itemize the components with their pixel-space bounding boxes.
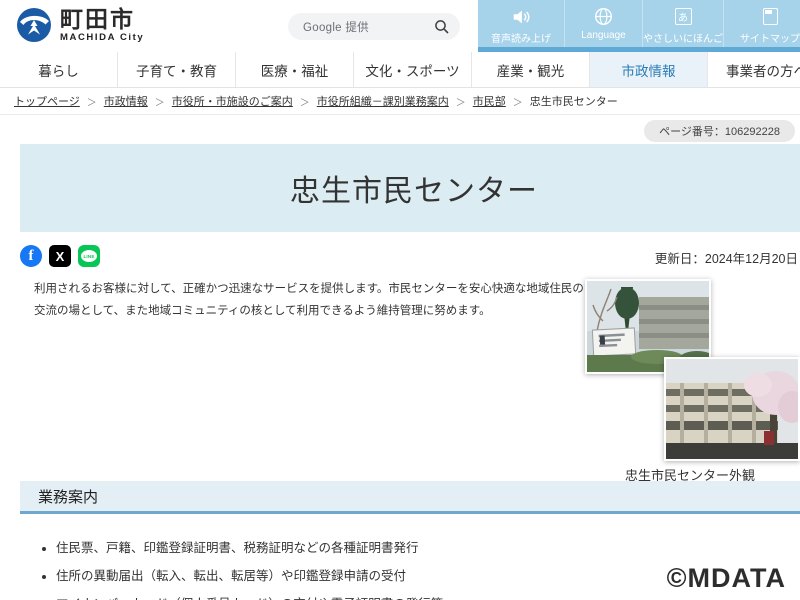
speech-readout-button[interactable]: 音声読み上げ — [478, 0, 564, 47]
nav-item-kurashi[interactable]: 暮らし — [0, 52, 118, 87]
nav-item-kosodate[interactable]: 子育て・教育 — [118, 52, 236, 87]
breadcrumb-link[interactable]: 市役所組織－課別業務案内 — [317, 93, 449, 109]
breadcrumb-separator: ＞ — [155, 94, 165, 109]
nav-item-bunka[interactable]: 文化・スポーツ — [354, 52, 472, 87]
breadcrumb-link[interactable]: 市政情報 — [104, 93, 148, 109]
intro-paragraph: 利用されるお客様に対して、正確かつ迅速なサービスを提供します。市民センターを安心… — [34, 278, 590, 323]
easy-japanese-button[interactable]: あ やさしいにほんご — [642, 0, 723, 47]
x-share-icon[interactable]: X — [49, 245, 71, 267]
tool-label: Language — [581, 30, 626, 41]
facebook-share-icon[interactable]: f — [20, 245, 42, 267]
global-nav: 暮らし 子育て・教育 医療・福祉 文化・スポーツ 産業・観光 市政情報 事業者の… — [0, 52, 800, 88]
tool-label: 音声読み上げ — [491, 30, 551, 45]
breadcrumb: トップページ ＞ 市政情報 ＞ 市役所・市施設のご案内 ＞ 市役所組織－課別業務… — [0, 88, 800, 115]
hiragana-a-icon: あ — [675, 6, 692, 27]
center-exterior-photo-2 — [664, 357, 800, 461]
machida-city-emblem-icon — [16, 7, 52, 43]
logo-subtitle: MACHIDA City — [60, 33, 144, 43]
sitemap-icon — [763, 6, 778, 27]
tool-label: サイトマップ — [740, 30, 800, 45]
page-title: 忠生市民センター — [290, 166, 538, 210]
breadcrumb-separator: ＞ — [87, 94, 97, 109]
nav-item-jigyosha[interactable]: 事業者の方へ — [708, 52, 800, 87]
main-content: ページ番号：106292228 忠生市民センター f X LINE 更新日：20… — [0, 115, 800, 599]
breadcrumb-link[interactable]: 市役所・市施設のご案内 — [172, 93, 293, 109]
breadcrumb-separator: ＞ — [300, 94, 310, 109]
nav-item-sangyo[interactable]: 産業・観光 — [472, 52, 590, 87]
page: 町田市 MACHIDA City Google 提供 — [0, 0, 800, 600]
search-placeholder: Google 提供 — [303, 19, 434, 35]
speaker-icon — [510, 6, 532, 27]
header-tools: 音声読み上げ Language あ やさしいにほんご — [478, 0, 800, 52]
nav-item-shisei[interactable]: 市政情報 — [590, 52, 708, 87]
breadcrumb-link[interactable]: 市民部 — [473, 93, 506, 109]
business-list-item: マイナンバーカード（個人番号カード）の交付や電子証明書の発行等 — [56, 595, 596, 600]
language-button[interactable]: Language — [564, 0, 642, 47]
site-logo-link[interactable]: 町田市 MACHIDA City — [16, 7, 144, 43]
globe-icon — [594, 6, 613, 27]
search-box[interactable]: Google 提供 — [288, 13, 460, 40]
nav-item-iryo[interactable]: 医療・福祉 — [236, 52, 354, 87]
line-share-icon[interactable]: LINE — [78, 245, 100, 267]
business-list-item: 住民票、戸籍、印鑑登録証明書、税務証明などの各種証明書発行 — [56, 539, 596, 557]
business-list: 住民票、戸籍、印鑑登録証明書、税務証明などの各種証明書発行 住所の異動届出（転入… — [56, 539, 596, 600]
logo-title: 町田市 — [60, 7, 144, 31]
sitemap-button[interactable]: サイトマップ — [723, 0, 800, 47]
title-banner: 忠生市民センター — [20, 144, 800, 232]
page-number-badge: ページ番号：106292228 — [644, 120, 795, 142]
watermark: ©MDATA — [667, 563, 786, 594]
business-list-item: 住所の異動届出（転入、転出、転居等）や印鑑登録申請の受付 — [56, 567, 596, 585]
breadcrumb-current: 忠生市民センター — [530, 93, 618, 109]
updated-date: 更新日：2024年12月20日 — [655, 248, 798, 267]
breadcrumb-separator: ＞ — [513, 94, 523, 109]
tool-label: やさしいにほんご — [643, 30, 723, 45]
breadcrumb-separator: ＞ — [456, 94, 466, 109]
site-header: 町田市 MACHIDA City Google 提供 — [0, 0, 800, 52]
section-heading-gyomu: 業務案内 — [20, 481, 800, 514]
search-icon[interactable] — [434, 19, 450, 35]
social-share-row: f X LINE — [20, 245, 100, 267]
logo-text: 町田市 MACHIDA City — [60, 7, 144, 43]
breadcrumb-link[interactable]: トップページ — [14, 93, 80, 109]
